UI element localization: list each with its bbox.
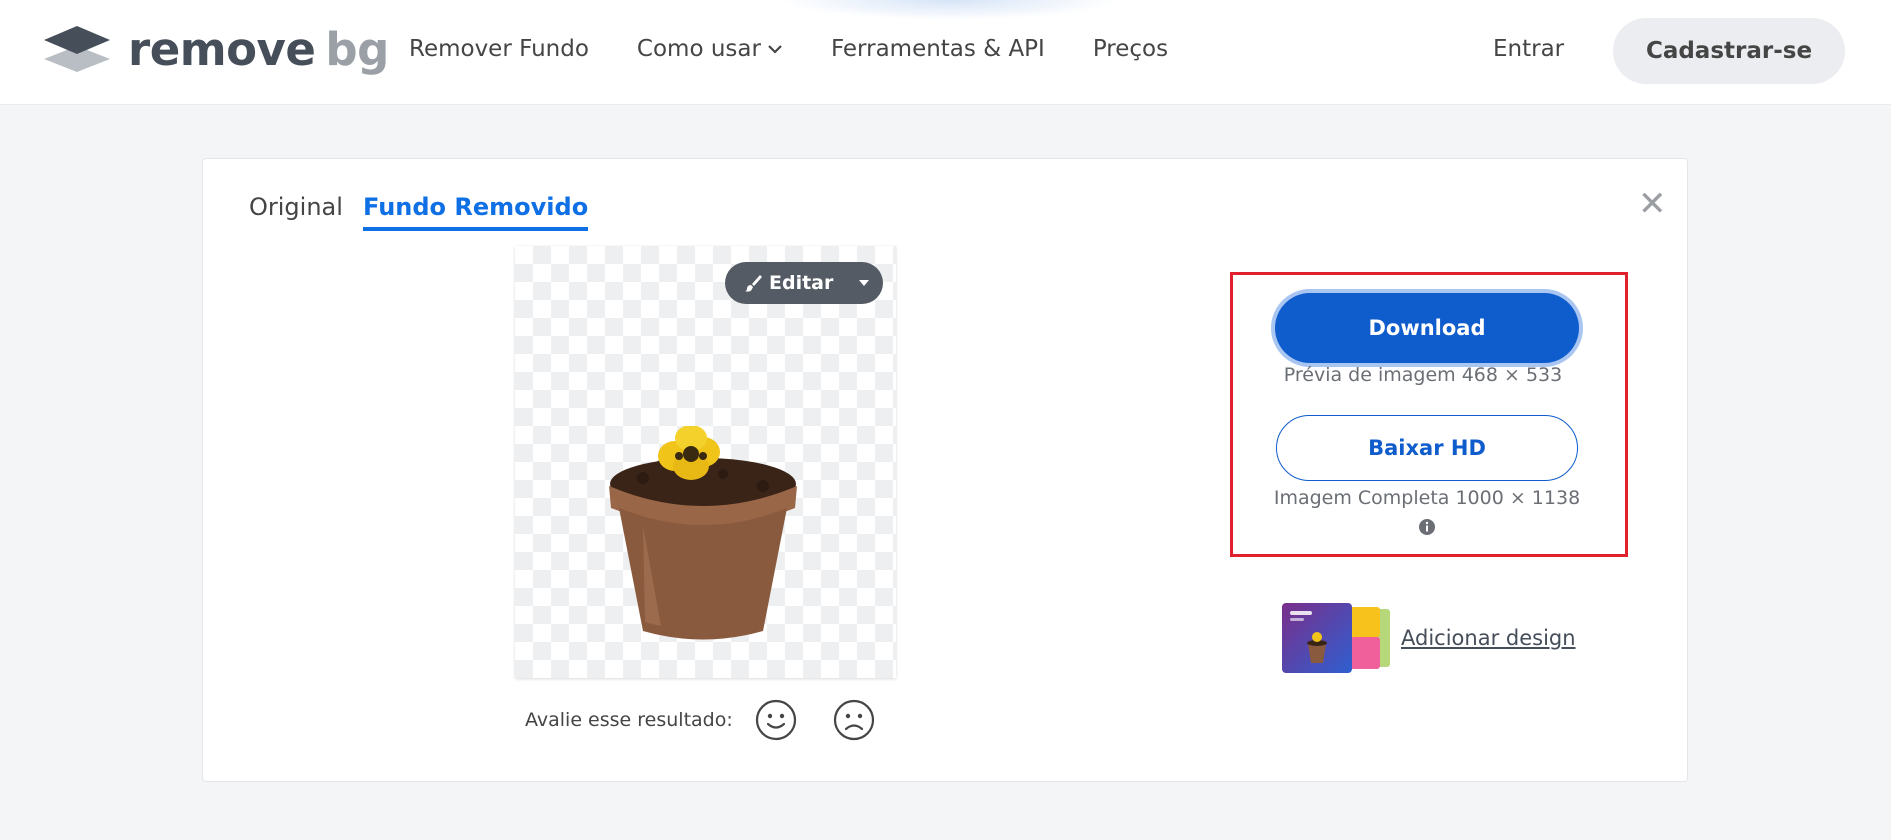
smiley-face-icon[interactable] bbox=[755, 699, 797, 741]
signup-button[interactable]: Cadastrar-se bbox=[1613, 18, 1845, 84]
result-preview: Editar bbox=[515, 246, 896, 678]
download-button[interactable]: Download bbox=[1275, 293, 1579, 363]
nav-como-usar[interactable]: Como usar bbox=[637, 36, 783, 62]
header-glow bbox=[780, 0, 1120, 20]
login-link[interactable]: Entrar bbox=[1493, 36, 1564, 62]
hd-size-note: Imagem Completa 1000 × 1138 bbox=[1273, 487, 1581, 509]
main-nav: Remover Fundo Como usar Ferramentas & AP… bbox=[409, 36, 1216, 62]
add-design-link[interactable]: Adicionar design bbox=[1401, 626, 1576, 650]
hd-size-text: Imagem Completa 1000 × 1138 bbox=[1273, 487, 1581, 509]
chevron-down-icon bbox=[768, 45, 782, 54]
rating-row: Avalie esse resultado: bbox=[525, 699, 911, 741]
rating-label: Avalie esse resultado: bbox=[525, 709, 733, 731]
preview-size-text: Prévia de imagem 468 × 533 bbox=[1283, 364, 1563, 386]
brand-logo[interactable]: remove bg bbox=[44, 24, 389, 74]
nav-remover-fundo[interactable]: Remover Fundo bbox=[409, 36, 589, 62]
nav-item-label: Ferramentas & API bbox=[830, 36, 1045, 62]
tab-fundo-removido[interactable]: Fundo Removido bbox=[363, 193, 589, 231]
edit-options-dropdown[interactable] bbox=[845, 279, 883, 287]
sad-face-icon[interactable] bbox=[833, 699, 875, 741]
nav-item-label: Como usar bbox=[636, 36, 761, 62]
download-hd-button[interactable]: Baixar HD bbox=[1276, 415, 1578, 481]
caret-down-icon bbox=[859, 280, 869, 286]
logo-wordmark: remove bg bbox=[128, 27, 389, 72]
design-templates-thumbnail[interactable] bbox=[1282, 603, 1392, 673]
flower-pot-image bbox=[609, 426, 797, 640]
logo-word-bg: bg bbox=[325, 22, 389, 76]
edit-button-group: Editar bbox=[725, 262, 883, 304]
close-icon[interactable]: ✕ bbox=[1638, 187, 1667, 221]
nav-precos[interactable]: Preços bbox=[1093, 36, 1168, 62]
preview-size-note: Prévia de imagem 468 × 533 bbox=[1283, 364, 1566, 386]
logo-word-remove: remove bbox=[128, 22, 316, 76]
nav-item-label: Remover Fundo bbox=[409, 36, 589, 62]
logo-layers-icon bbox=[44, 26, 110, 72]
edit-button[interactable]: Editar bbox=[725, 272, 845, 294]
nav-ferramentas-api[interactable]: Ferramentas & API bbox=[831, 36, 1045, 62]
edit-label: Editar bbox=[769, 272, 834, 294]
editor-card: Original Fundo Removido ✕ Editar Avalie … bbox=[202, 158, 1688, 782]
paintbrush-icon bbox=[745, 275, 762, 292]
info-icon[interactable] bbox=[1418, 518, 1436, 536]
tab-original[interactable]: Original bbox=[249, 193, 343, 227]
top-header: remove bg Remover Fundo Como usar Ferrame… bbox=[0, 0, 1891, 105]
nav-item-label: Preços bbox=[1092, 36, 1169, 62]
